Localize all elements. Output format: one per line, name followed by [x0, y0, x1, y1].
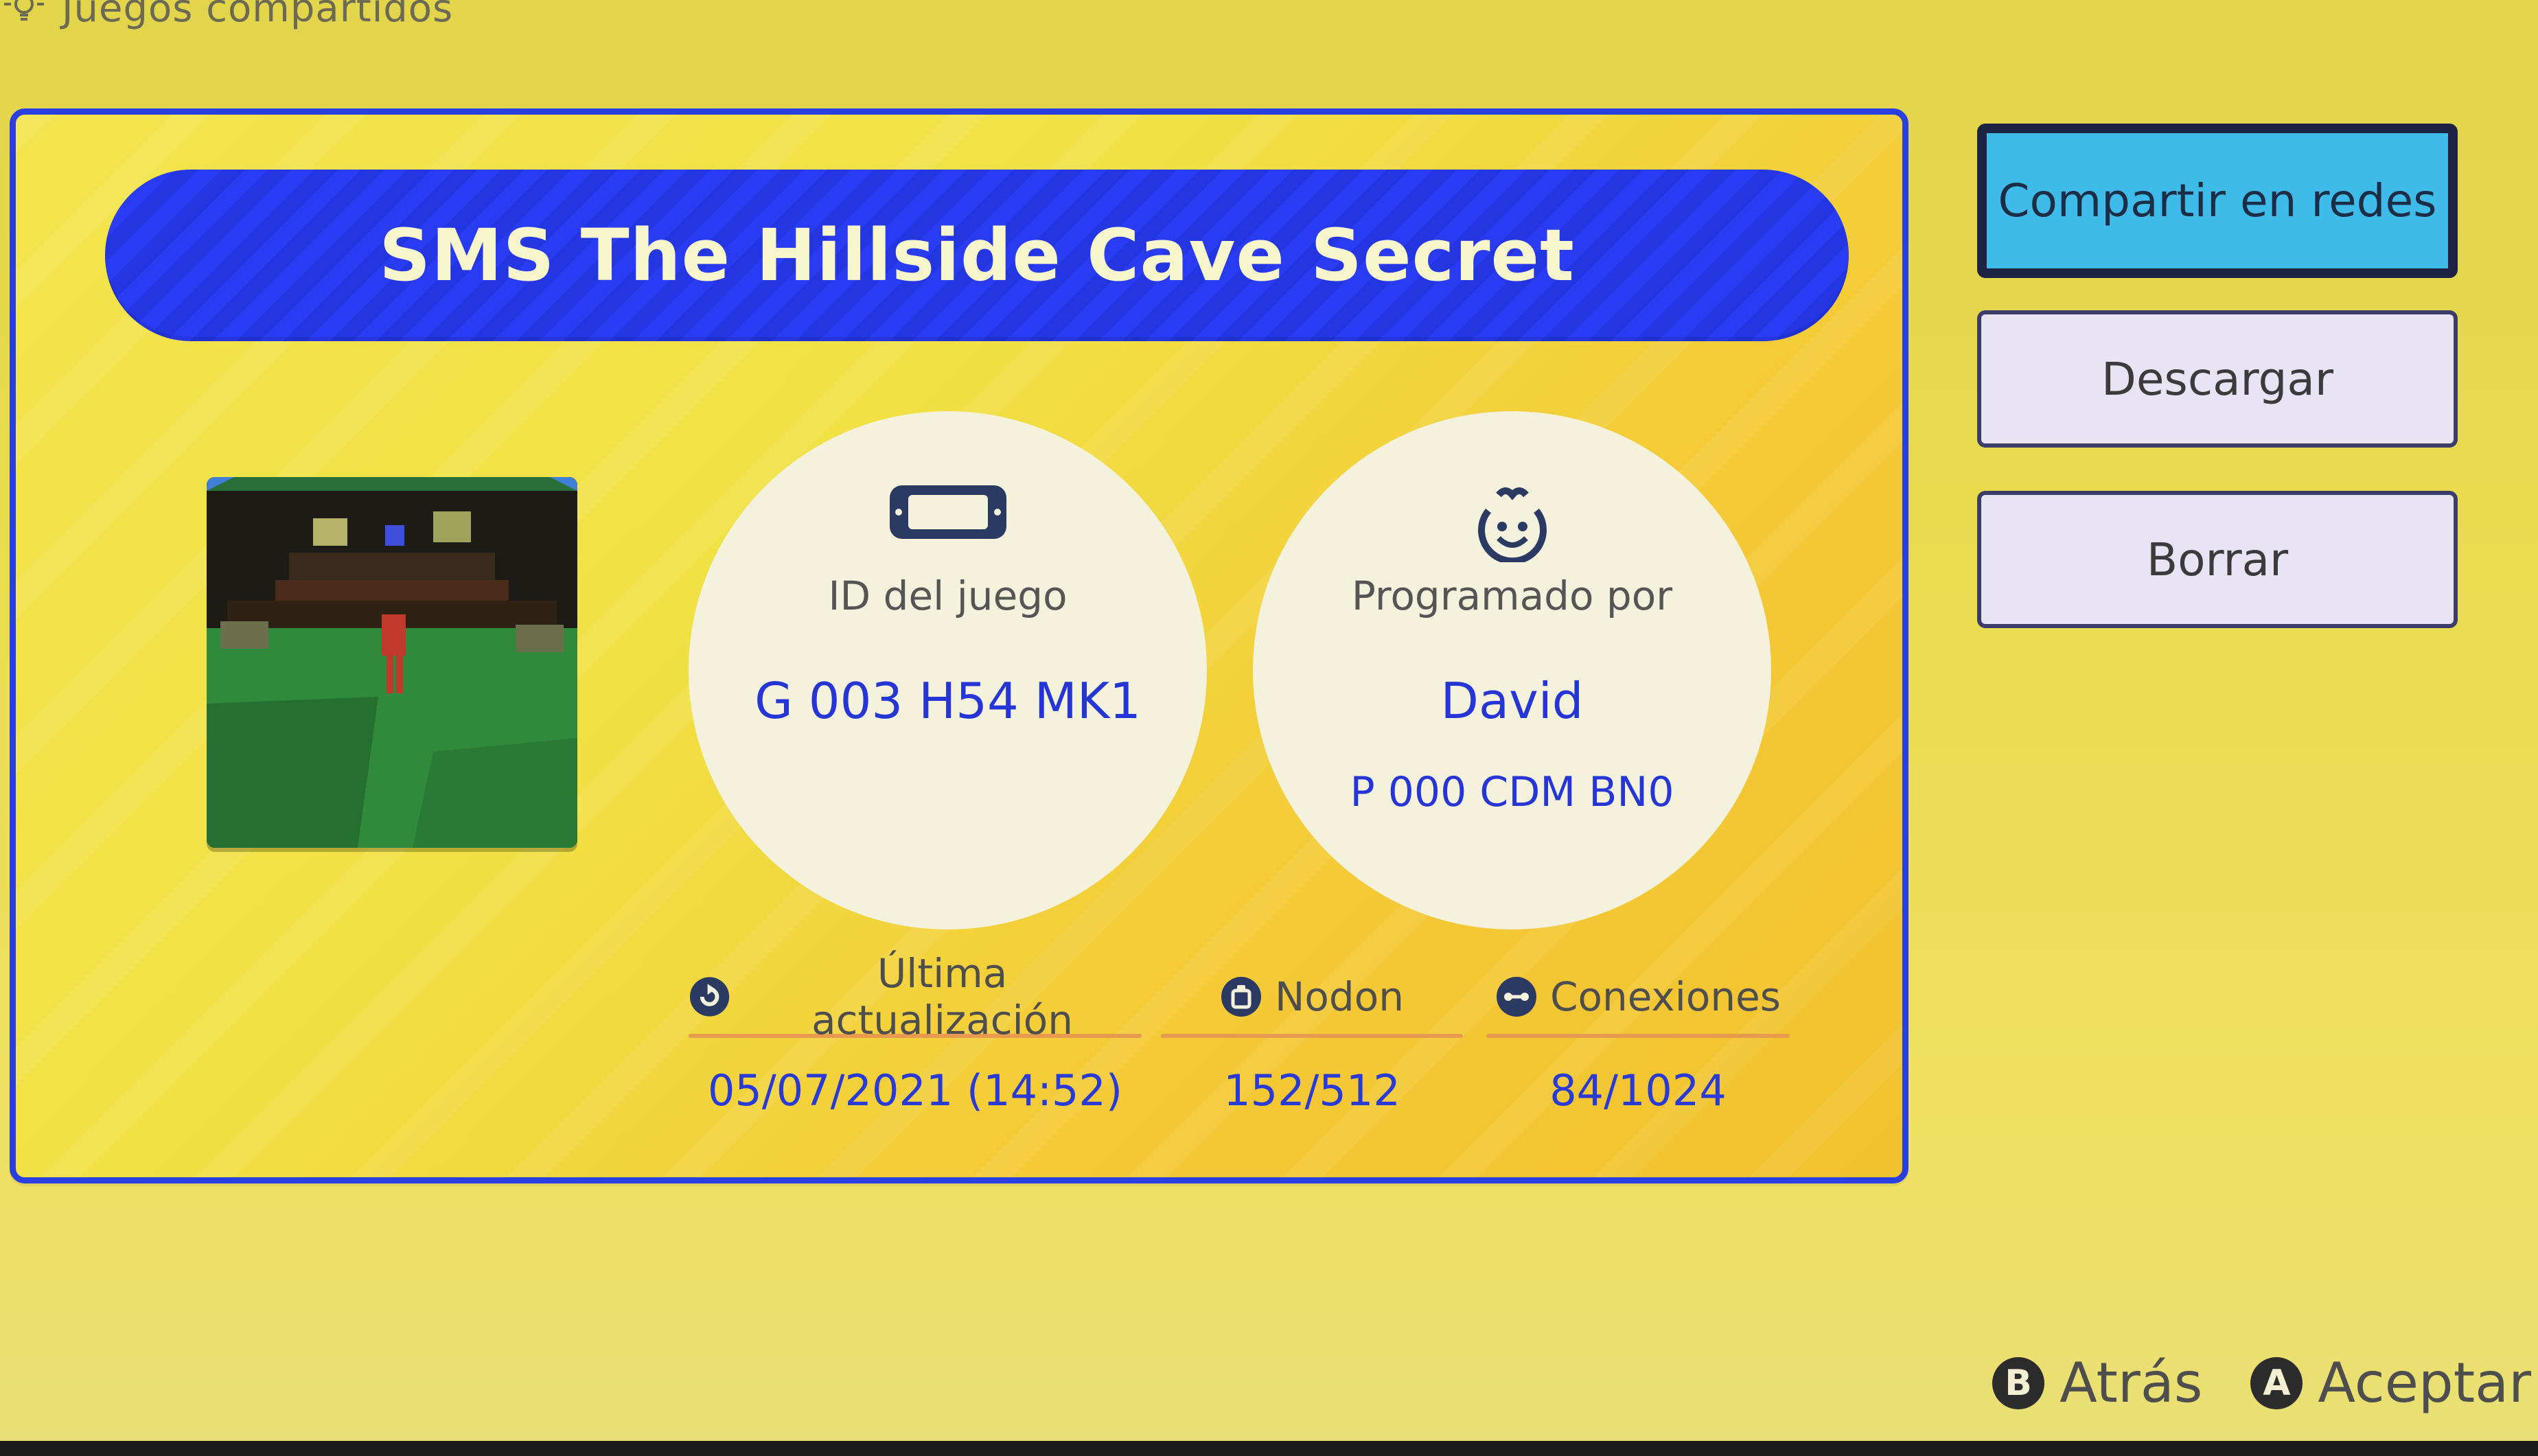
last-updated-value: 05/07/2021 (14:52)	[707, 1065, 1123, 1116]
nodon-header: Nodon	[1161, 969, 1463, 1024]
smiley-face-icon	[1477, 487, 1547, 562]
nodon-label: Nodon	[1275, 973, 1404, 1020]
refresh-icon	[689, 977, 730, 1017]
screen-header: Juegos compartidos	[0, 0, 453, 36]
game-id-value: G 003 H54 MK1	[754, 672, 1141, 730]
last-updated-header: Última actualización	[689, 950, 1142, 1043]
download-button[interactable]: Descargar	[1977, 310, 2458, 448]
nodon-value: 152/512	[1223, 1065, 1400, 1116]
accept-control[interactable]: A Aceptar	[2250, 1351, 2531, 1415]
delete-button-label: Borrar	[2146, 533, 2289, 586]
a-button-icon: A	[2250, 1356, 2303, 1409]
screen-title: Juegos compartidos	[62, 0, 454, 31]
game-id-panel: ID del juego G 003 H54 MK1	[689, 411, 1207, 929]
game-thumbnail-image	[207, 477, 577, 848]
back-control[interactable]: B Atrás	[1992, 1351, 2202, 1415]
nodon-icon	[1221, 977, 1262, 1017]
author-code: P 000 CDM BN0	[1350, 768, 1674, 816]
nodon-stat: Nodon 152/512	[1161, 969, 1463, 1116]
connections-value: 84/1024	[1549, 1065, 1727, 1116]
author-panel: Programado por David P 000 CDM BN0	[1253, 411, 1771, 929]
author-name: David	[1440, 672, 1584, 730]
nodon-divider	[1161, 1034, 1463, 1038]
connections-label: Conexiones	[1550, 973, 1781, 1020]
screen-bottom-edge	[0, 1441, 2538, 1456]
author-label: Programado por	[1351, 573, 1673, 619]
game-thumbnail	[207, 477, 577, 848]
game-title-banner: SMS The Hillside Cave Secret	[105, 170, 1849, 341]
connections-stat: Conexiones 84/1024	[1486, 969, 1790, 1116]
accept-label: Aceptar	[2318, 1351, 2531, 1415]
game-id-label: ID del juego	[828, 573, 1068, 619]
connection-icon	[1497, 977, 1536, 1017]
game-title: SMS The Hillside Cave Secret	[379, 213, 1575, 297]
switch-console-icon	[889, 485, 1006, 539]
game-detail-card: SMS The Hillside Cave Secret ID del jueg…	[10, 108, 1908, 1183]
download-button-label: Descargar	[2101, 352, 2333, 406]
connections-divider	[1486, 1034, 1790, 1038]
last-updated-stat: Última actualización 05/07/2021 (14:52)	[689, 950, 1142, 1116]
last-updated-label: Última actualización	[811, 950, 1074, 1043]
share-button[interactable]: Compartir en redes	[1977, 124, 2458, 278]
b-button-icon: B	[1992, 1356, 2045, 1409]
back-label: Atrás	[2060, 1351, 2203, 1415]
connections-header: Conexiones	[1486, 969, 1790, 1024]
delete-button[interactable]: Borrar	[1977, 491, 2458, 628]
controller-hints: B Atrás A Aceptar	[1992, 1351, 2531, 1415]
lightbulb-icon	[4, 0, 44, 21]
share-button-label: Compartir en redes	[1998, 174, 2437, 227]
